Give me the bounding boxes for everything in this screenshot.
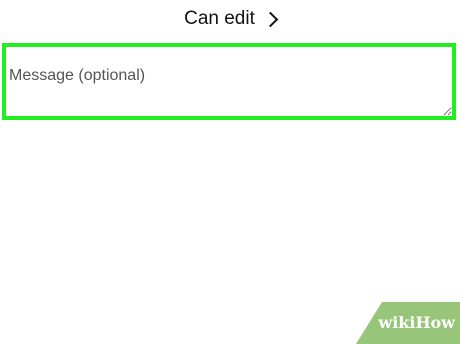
watermark-logo-text: wikiHow (378, 313, 455, 332)
share-screen: Can edit wikiHow (0, 0, 460, 344)
wikihow-watermark: wikiHow (352, 296, 460, 344)
permission-label: Can edit (184, 8, 255, 29)
chevron-right-icon (262, 11, 279, 28)
message-input[interactable] (6, 47, 452, 116)
permission-selector[interactable]: Can edit (0, 6, 460, 32)
message-field-highlight (2, 43, 456, 120)
